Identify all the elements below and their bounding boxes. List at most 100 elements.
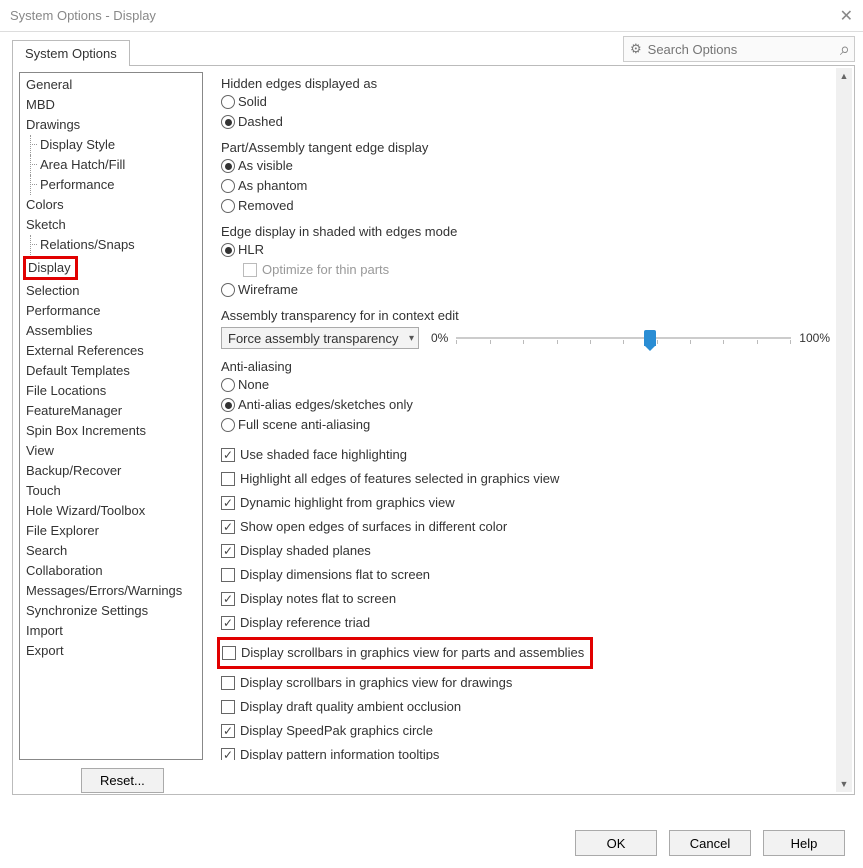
sidebar-item[interactable]: Display Style <box>20 135 202 155</box>
sidebar-item[interactable]: Display <box>20 255 202 281</box>
sidebar-item[interactable]: File Locations <box>20 381 202 401</box>
sidebar-item-display-highlighted[interactable]: Display <box>23 256 78 280</box>
checkbox-label: Dynamic highlight from graphics view <box>240 493 455 513</box>
sidebar-item[interactable]: Export <box>20 641 202 661</box>
sidebar-item[interactable]: Touch <box>20 481 202 501</box>
sidebar-item[interactable]: Default Templates <box>20 361 202 381</box>
radio-icon[interactable] <box>221 243 235 257</box>
sidebar-item[interactable]: Synchronize Settings <box>20 601 202 621</box>
checkbox-icon[interactable] <box>221 544 235 558</box>
radio-option[interactable]: Wireframe <box>221 280 846 300</box>
checkbox-icon[interactable] <box>221 748 235 760</box>
sidebar-item[interactable]: View <box>20 441 202 461</box>
search-input[interactable] <box>646 41 840 58</box>
radio-icon[interactable] <box>221 283 235 297</box>
checkbox-option[interactable]: Highlight all edges of features selected… <box>221 469 846 489</box>
sidebar-item[interactable]: File Explorer <box>20 521 202 541</box>
radio-option[interactable]: None <box>221 375 846 395</box>
sidebar-item[interactable]: Hole Wizard/Toolbox <box>20 501 202 521</box>
radio-label: Solid <box>238 92 267 112</box>
checkbox-icon[interactable] <box>221 472 235 486</box>
checkbox-icon[interactable] <box>221 520 235 534</box>
sidebar-item[interactable]: General <box>20 75 202 95</box>
checkbox-icon[interactable] <box>222 646 236 660</box>
radio-option[interactable]: Solid <box>221 92 846 112</box>
highlighted-checkbox[interactable]: Display scrollbars in graphics view for … <box>217 637 593 669</box>
close-icon[interactable]: ✕ <box>840 6 853 26</box>
radio-option[interactable]: Full scene anti-aliasing <box>221 415 846 435</box>
checkbox-option[interactable]: Display SpeedPak graphics circle <box>221 721 846 741</box>
checkbox-icon[interactable] <box>221 592 235 606</box>
checkbox-option[interactable]: Display dimensions flat to screen <box>221 565 846 585</box>
checkbox-option[interactable]: Display scrollbars in graphics view for … <box>221 637 846 669</box>
checkbox-option[interactable]: Display draft quality ambient occlusion <box>221 697 846 717</box>
cancel-button[interactable]: Cancel <box>669 830 751 856</box>
sidebar-item[interactable]: Performance <box>20 301 202 321</box>
checkbox-icon[interactable] <box>221 496 235 510</box>
radio-icon[interactable] <box>221 95 235 109</box>
scroll-down-icon[interactable]: ▼ <box>836 776 852 792</box>
reset-button[interactable]: Reset... <box>81 768 164 793</box>
radio-icon[interactable] <box>221 199 235 213</box>
checkbox-option[interactable]: Use shaded face highlighting <box>221 445 846 465</box>
sidebar-item[interactable]: Sketch <box>20 215 202 235</box>
vertical-scrollbar[interactable]: ▲ ▼ <box>836 68 852 792</box>
checkbox-option[interactable]: Dynamic highlight from graphics view <box>221 493 846 513</box>
sidebar-item[interactable]: Search <box>20 541 202 561</box>
radio-option[interactable]: Dashed <box>221 112 846 132</box>
checkbox-option[interactable]: Display reference triad <box>221 613 846 633</box>
radio-icon[interactable] <box>221 418 235 432</box>
radio-option[interactable]: Anti-alias edges/sketches only <box>221 395 846 415</box>
checkbox-icon[interactable] <box>221 676 235 690</box>
tab-system-options[interactable]: System Options <box>12 40 130 66</box>
search-icon[interactable]: ⌕ <box>840 39 850 60</box>
search-options-field[interactable]: ⚙ ⌕ <box>623 36 855 62</box>
checkbox-icon[interactable] <box>221 616 235 630</box>
sidebar-item[interactable]: Import <box>20 621 202 641</box>
checkbox-option[interactable]: Display shaded planes <box>221 541 846 561</box>
sidebar-item[interactable]: Relations/Snaps <box>20 235 202 255</box>
sidebar-item[interactable]: MBD <box>20 95 202 115</box>
sidebar-item[interactable]: Area Hatch/Fill <box>20 155 202 175</box>
checkbox-option[interactable]: Display pattern information tooltips <box>221 745 846 760</box>
scroll-up-icon[interactable]: ▲ <box>836 68 852 84</box>
sidebar-item[interactable]: Drawings <box>20 115 202 135</box>
radio-option[interactable]: HLR <box>221 240 846 260</box>
radio-option[interactable]: As visible <box>221 156 846 176</box>
checkbox-icon[interactable] <box>221 448 235 462</box>
checkbox-label: Display SpeedPak graphics circle <box>240 721 433 741</box>
radio-icon[interactable] <box>221 398 235 412</box>
checkbox-label: Display scrollbars in graphics view for … <box>241 643 584 663</box>
ok-button[interactable]: OK <box>575 830 657 856</box>
sidebar-item[interactable]: External References <box>20 341 202 361</box>
checkbox-label: Show open edges of surfaces in different… <box>240 517 507 537</box>
radio-option[interactable]: As phantom <box>221 176 846 196</box>
chevron-down-icon[interactable]: ▾ <box>409 333 414 344</box>
radio-icon[interactable] <box>221 378 235 392</box>
transparency-slider[interactable] <box>456 328 791 348</box>
sidebar-item[interactable]: Backup/Recover <box>20 461 202 481</box>
checkbox-icon[interactable] <box>221 568 235 582</box>
checkbox-icon[interactable] <box>221 700 235 714</box>
radio-option[interactable]: Removed <box>221 196 846 216</box>
checkbox-option[interactable]: Show open edges of surfaces in different… <box>221 517 846 537</box>
radio-icon[interactable] <box>221 159 235 173</box>
sidebar-item[interactable]: Collaboration <box>20 561 202 581</box>
checkbox-option[interactable]: Display scrollbars in graphics view for … <box>221 673 846 693</box>
slider-thumb[interactable] <box>644 330 656 346</box>
radio-label: HLR <box>238 240 264 260</box>
checkbox-option[interactable]: Display notes flat to screen <box>221 589 846 609</box>
sidebar-item[interactable]: Selection <box>20 281 202 301</box>
sidebar-item[interactable]: Performance <box>20 175 202 195</box>
help-button[interactable]: Help <box>763 830 845 856</box>
checkbox-icon[interactable] <box>221 724 235 738</box>
sidebar-item[interactable]: Assemblies <box>20 321 202 341</box>
checkbox-label: Display scrollbars in graphics view for … <box>240 673 512 693</box>
radio-icon[interactable] <box>221 179 235 193</box>
transparency-combo[interactable]: Force assembly transparency▾ <box>221 327 419 349</box>
radio-icon[interactable] <box>221 115 235 129</box>
sidebar-item[interactable]: Messages/Errors/Warnings <box>20 581 202 601</box>
sidebar-item[interactable]: FeatureManager <box>20 401 202 421</box>
sidebar-item[interactable]: Spin Box Increments <box>20 421 202 441</box>
sidebar-item[interactable]: Colors <box>20 195 202 215</box>
